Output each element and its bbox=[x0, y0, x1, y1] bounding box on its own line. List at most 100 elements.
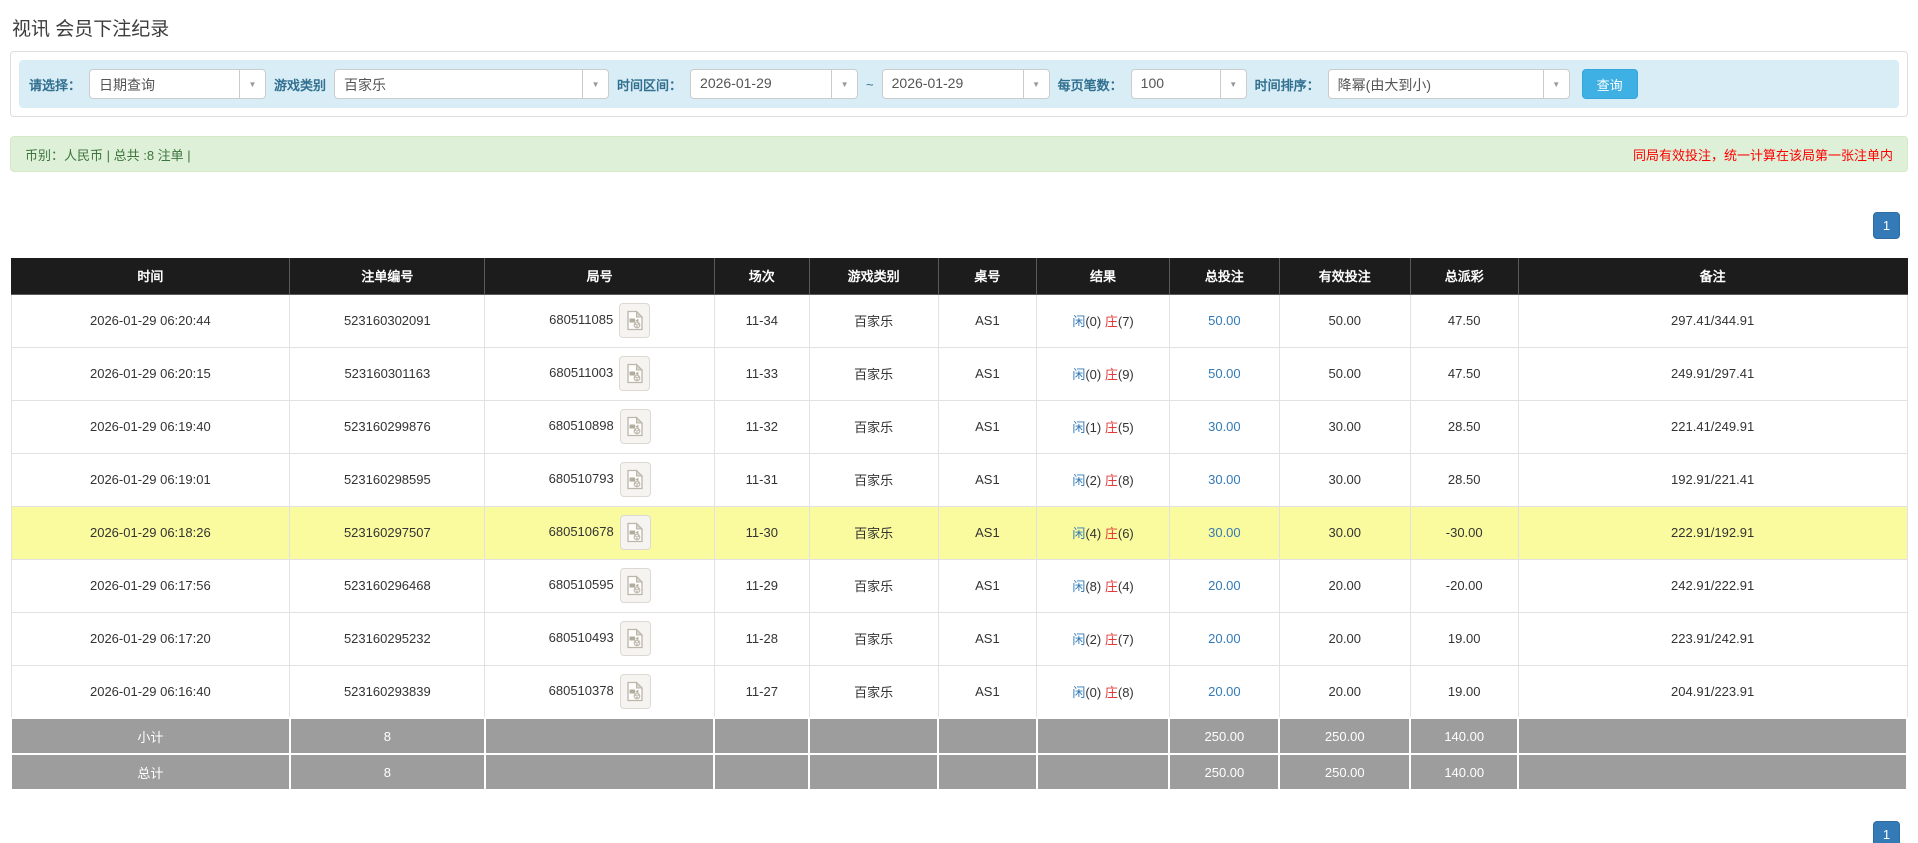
filter-panel: 请选择： 日期查询 ▼ 游戏类别 百家乐 ▼ 时间区间： 2026-01-29 … bbox=[10, 51, 1908, 117]
date-from-select[interactable]: 2026-01-29 ▼ bbox=[690, 69, 859, 99]
session: 11-27 bbox=[713, 664, 810, 719]
player-result-label: 闲 bbox=[1072, 632, 1086, 647]
date-from-value: 2026-01-29 bbox=[700, 75, 772, 91]
round-id-cell: 680511003 bbox=[484, 346, 715, 401]
table-row: 2026-01-29 06:16:40 523160293839 6805103… bbox=[10, 664, 1908, 719]
subtotal-count: 8 bbox=[288, 717, 486, 755]
empty-cell bbox=[937, 717, 1038, 755]
round-id-cell: 680510898 bbox=[484, 399, 715, 454]
chevron-down-icon: ▼ bbox=[239, 70, 266, 98]
player-result-label: 闲 bbox=[1072, 526, 1086, 541]
player-result-label: 闲 bbox=[1072, 367, 1086, 382]
video-file-icon bbox=[627, 310, 643, 331]
col-header-total-bet: 总投注 bbox=[1168, 258, 1280, 295]
video-file-icon bbox=[627, 628, 644, 649]
filter-bar: 请选择： 日期查询 ▼ 游戏类别 百家乐 ▼ 时间区间： 2026-01-29 … bbox=[19, 60, 1899, 108]
table-no: AS1 bbox=[937, 558, 1038, 613]
session: 11-33 bbox=[713, 346, 810, 401]
col-header-valid-bet: 有效投注 bbox=[1278, 258, 1411, 295]
round-id: 680510678 bbox=[548, 523, 614, 539]
total-bet-cell: 50.00 bbox=[1168, 293, 1280, 348]
video-record-button[interactable] bbox=[619, 621, 651, 656]
pagination-top: 1 bbox=[10, 212, 1908, 239]
bet-time: 2026-01-29 06:18:26 bbox=[10, 505, 291, 560]
bet-time: 2026-01-29 06:17:20 bbox=[10, 611, 291, 666]
result-cell: 闲(0) 庄(8) bbox=[1036, 664, 1170, 719]
valid-bet: 20.00 bbox=[1278, 664, 1411, 719]
total-bet-cell: 50.00 bbox=[1168, 346, 1280, 401]
player-result-value: (2) bbox=[1085, 473, 1102, 488]
banker-result-label: 庄 bbox=[1104, 473, 1118, 488]
col-header-time: 时间 bbox=[10, 258, 291, 295]
banker-result-label: 庄 bbox=[1104, 314, 1118, 329]
table-row: 2026-01-29 06:19:01 523160298595 6805107… bbox=[10, 452, 1908, 507]
total-bet-link[interactable]: 50.00 bbox=[1208, 313, 1241, 328]
player-result-label: 闲 bbox=[1072, 420, 1086, 435]
valid-bet: 30.00 bbox=[1278, 505, 1411, 560]
banker-result-label: 庄 bbox=[1104, 526, 1118, 541]
video-record-button[interactable] bbox=[619, 356, 651, 391]
page-size-value: 100 bbox=[1140, 75, 1165, 91]
sort-order-select[interactable]: 降幂(由大到小) ▼ bbox=[1327, 69, 1570, 99]
search-button[interactable]: 查询 bbox=[1581, 69, 1638, 99]
game-type: 百家乐 bbox=[808, 293, 939, 348]
table-body: 2026-01-29 06:20:44 523160302091 6805110… bbox=[10, 293, 1908, 719]
total-bet-link[interactable]: 30.00 bbox=[1208, 472, 1241, 487]
table-footer: 小计 8 250.00 250.00 140.00 总计 8 250.00 25… bbox=[10, 717, 1908, 791]
video-record-button[interactable] bbox=[619, 462, 651, 497]
empty-cell bbox=[713, 753, 811, 791]
session: 11-30 bbox=[713, 505, 810, 560]
chevron-down-icon: ▼ bbox=[1542, 70, 1569, 98]
subtotal-payout: 140.00 bbox=[1409, 717, 1520, 755]
col-header-result: 结果 bbox=[1036, 258, 1170, 295]
table-row: 2026-01-29 06:20:15 523160301163 6805110… bbox=[10, 346, 1908, 401]
page-size-select[interactable]: 100 ▼ bbox=[1130, 69, 1247, 99]
total-bet-link[interactable]: 30.00 bbox=[1208, 525, 1241, 540]
round-id: 680510378 bbox=[548, 682, 614, 698]
total-bet-link[interactable]: 20.00 bbox=[1208, 578, 1241, 593]
empty-cell bbox=[1035, 753, 1171, 791]
table-no: AS1 bbox=[937, 611, 1038, 666]
empty-cell bbox=[483, 753, 716, 791]
currency-summary-bar: 币别：人民币 | 总共 :8 注单 | 同局有效投注，统一计算在该局第一张注单内 bbox=[10, 136, 1908, 172]
bet-time: 2026-01-29 06:17:56 bbox=[10, 558, 291, 613]
total-bet-cell: 30.00 bbox=[1168, 505, 1280, 560]
game-type: 百家乐 bbox=[808, 399, 939, 454]
total-bet-link[interactable]: 50.00 bbox=[1208, 366, 1241, 381]
result-cell: 闲(4) 庄(6) bbox=[1036, 505, 1170, 560]
select-type-label: 请选择： bbox=[29, 77, 82, 93]
video-record-button[interactable] bbox=[619, 515, 651, 550]
table-no: AS1 bbox=[937, 293, 1038, 348]
video-record-button[interactable] bbox=[619, 409, 651, 444]
total-bet-link[interactable]: 20.00 bbox=[1208, 684, 1241, 699]
date-to-select[interactable]: 2026-01-29 ▼ bbox=[881, 69, 1050, 99]
video-file-icon bbox=[627, 681, 644, 701]
bet-time: 2026-01-29 06:19:01 bbox=[10, 452, 291, 507]
sort-order-label: 时间排序： bbox=[1254, 77, 1320, 93]
round-id-cell: 680511085 bbox=[484, 293, 715, 348]
table-header: 时间 注单编号 局号 场次 游戏类别 桌号 结果 总投注 有效投注 总派彩 备注 bbox=[10, 258, 1908, 295]
banker-result-label: 庄 bbox=[1104, 420, 1118, 435]
video-record-button[interactable] bbox=[619, 568, 651, 603]
empty-cell bbox=[937, 753, 1038, 791]
valid-bet: 50.00 bbox=[1278, 293, 1411, 348]
table-no: AS1 bbox=[937, 346, 1038, 401]
session: 11-29 bbox=[713, 558, 810, 613]
video-record-button[interactable] bbox=[619, 303, 651, 338]
col-header-round-id: 局号 bbox=[484, 258, 715, 295]
banker-result-label: 庄 bbox=[1104, 579, 1118, 594]
game-type-select[interactable]: 百家乐 ▼ bbox=[334, 69, 610, 99]
game-type: 百家乐 bbox=[808, 505, 939, 560]
note: 222.91/192.91 bbox=[1517, 505, 1908, 560]
chevron-down-icon: ▼ bbox=[582, 70, 609, 98]
note: 204.91/223.91 bbox=[1517, 664, 1908, 719]
total-bet-link[interactable]: 30.00 bbox=[1208, 419, 1241, 434]
payout-value: 28.50 bbox=[1409, 399, 1519, 454]
total-bet-link[interactable]: 20.00 bbox=[1208, 631, 1241, 646]
page-1-button[interactable]: 1 bbox=[1873, 212, 1900, 239]
page-1-button[interactable]: 1 bbox=[1873, 821, 1900, 843]
query-type-select[interactable]: 日期查询 ▼ bbox=[89, 69, 267, 99]
table-row: 2026-01-29 06:17:20 523160295232 6805104… bbox=[10, 611, 1908, 666]
result-cell: 闲(0) 庄(9) bbox=[1036, 346, 1170, 401]
video-record-button[interactable] bbox=[619, 673, 651, 709]
